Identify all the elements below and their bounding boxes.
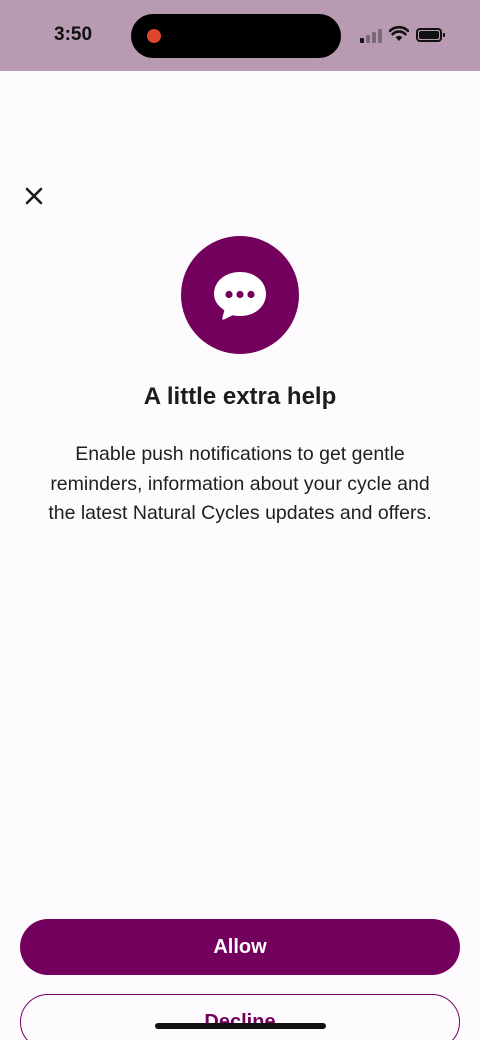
status-time: 3:50 [54, 24, 93, 45]
recording-indicator-icon [147, 29, 161, 43]
notification-permission-screen: 3:50 A little extra help Enable push not… [0, 0, 480, 1040]
dynamic-island [131, 14, 341, 58]
wifi-icon [389, 25, 409, 41]
close-button[interactable] [20, 182, 48, 210]
hero-badge [181, 236, 299, 354]
description-text: Enable push notifications to get gentle … [48, 443, 432, 524]
close-icon [25, 187, 43, 205]
home-indicator[interactable] [155, 1023, 326, 1029]
page-title: A little extra help [143, 383, 337, 410]
battery-icon [416, 28, 445, 42]
decline-button[interactable]: Decline [20, 994, 460, 1040]
status-bar: 3:50 [0, 0, 480, 71]
chat-bubble-icon [214, 272, 266, 320]
cellular-signal-icon [360, 29, 382, 43]
allow-button[interactable]: Allow [20, 919, 460, 975]
